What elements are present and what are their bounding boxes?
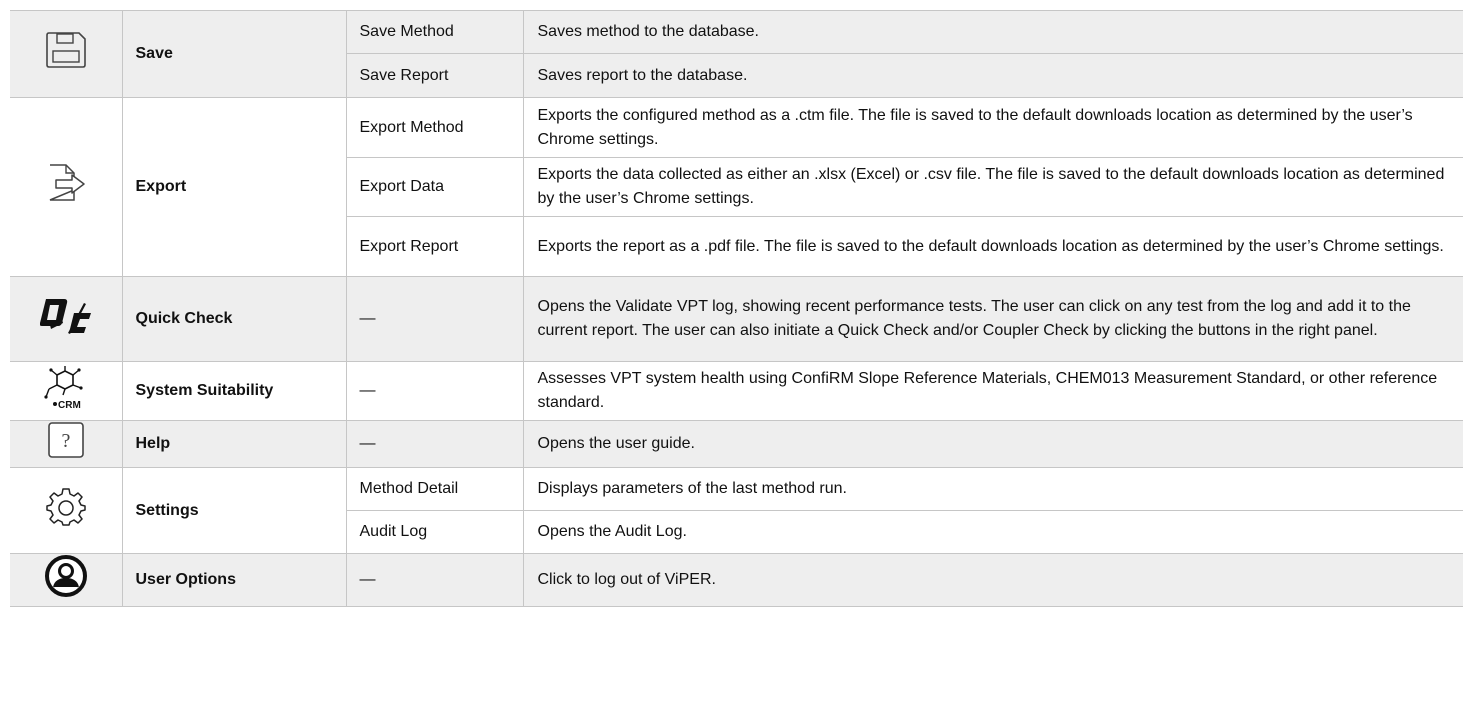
help-question-icon: ? [46,421,86,467]
sub-action-label: Method Detail [345,467,524,511]
gear-icon [46,487,86,535]
description: Click to log out of ViPER. [522,553,1463,607]
description: Saves method to the database. [522,10,1463,54]
description: Opens the Validate VPT log, showing rece… [522,276,1463,362]
save-icon-cell [10,10,123,98]
help-icon-cell: ? [10,420,123,468]
row-name: Help [121,420,347,468]
table-row: Settings Method Detail Displays paramete… [10,467,1463,554]
sub-action-label: Export Method [345,97,524,158]
sub-action-label: — [345,361,524,421]
table-row: Quick Check — Opens the Validate VPT log… [10,276,1463,362]
row-name: Save [121,10,347,98]
sub-action-label: Audit Log [345,510,524,554]
settings-icon-cell [10,467,123,554]
description: Opens the user guide. [522,420,1463,468]
help-icon-glyph: ? [61,430,70,452]
sub-action-label: — [345,420,524,468]
floppy-disk-icon [43,29,89,79]
sub-action-label: Export Data [345,157,524,217]
description: Exports the configured method as a .ctm … [522,97,1463,158]
sub-action-label: Save Method [345,10,524,54]
row-name: Export [121,97,347,277]
crm-molecule-icon: CRM [41,365,91,417]
row-name: System Suitability [121,361,347,421]
export-icon-cell [10,97,123,277]
description: Saves report to the database. [522,53,1463,98]
toolbar-reference-table-wrapper: Save Save Method Saves method to the dat… [10,10,1463,607]
user-profile-icon [44,554,88,606]
quick-check-icon-cell [10,276,123,362]
qc-logo-icon [39,295,92,343]
table-row: User Options — Click to log out of ViPER… [10,553,1463,607]
sub-action-label: Save Report [345,53,524,98]
row-name: Quick Check [121,276,347,362]
row-name: Settings [121,467,347,554]
table-row: ? Help — Opens the user guide. [10,420,1463,468]
sub-action-label: Export Report [345,216,524,277]
export-arrow-icon [44,162,88,212]
row-name: User Options [121,553,347,607]
user-options-icon-cell [10,553,123,607]
table-row: Export Export Method Exports the configu… [10,97,1463,277]
system-suitability-icon-cell: CRM [10,361,123,421]
description: Exports the data collected as either an … [522,157,1463,217]
description: Assesses VPT system health using ConfiRM… [522,361,1463,421]
description: Exports the report as a .pdf file. The f… [522,216,1463,277]
crm-icon-text: CRM [58,400,81,409]
toolbar-reference-table: Save Save Method Saves method to the dat… [10,10,1463,607]
table-row: Save Save Method Saves method to the dat… [10,10,1463,98]
description: Displays parameters of the last method r… [522,467,1463,511]
sub-action-label: — [345,276,524,362]
table-row: CRM System Suitability — Assesses VPT sy… [10,361,1463,421]
sub-action-label: — [345,553,524,607]
description: Opens the Audit Log. [522,510,1463,554]
